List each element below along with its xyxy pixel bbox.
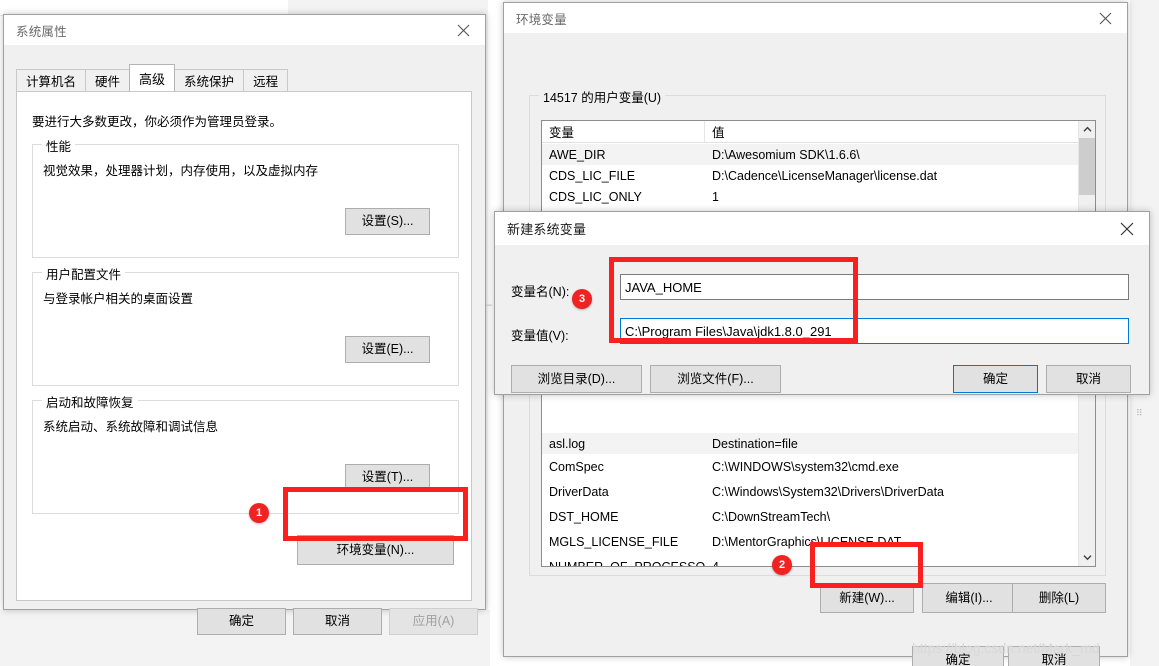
new-system-variable-dialog: 新建系统变量 变量名(N): JAVA_HOME 变量值(V): C:\Prog… [494,211,1150,418]
row-value: D:\Cadence\LicenseManager\license.dat [712,168,938,183]
admin-notice: 要进行大多数更改，你必须作为管理员登录。 [32,115,283,129]
table-row[interactable]: NUMBER_OF_PROCESSORS 4 [542,554,1078,567]
performance-group-legend: 性能 [42,136,76,155]
row-value: C:\WINDOWS\system32\cmd.exe [712,459,899,474]
resize-grip-icon[interactable]: ⠿ [1136,409,1144,418]
table-row[interactable]: asl.log Destination=file [542,433,1078,454]
close-icon[interactable] [441,15,485,45]
new-system-variable-titlebar: 新建系统变量 [495,212,1149,245]
row-variable: CDS_LIC_FILE [549,168,636,183]
system-properties-titlebar: 系统属性 [4,15,485,45]
tab-computer-name[interactable]: 计算机名 [16,69,87,91]
tab-remote[interactable]: 远程 [243,69,289,91]
system-properties-dialog: 系统属性 计算机名 硬件 高级 系统保护 远程 要进行大多数更改，你必须作为管理… [3,14,486,635]
edit-variable-button[interactable]: 编辑(I)... [922,583,1016,613]
delete-variable-button[interactable]: 删除(L) [1012,583,1106,613]
user-variables-header: 变量 值 [542,121,1095,143]
chevron-down-icon[interactable] [1079,549,1095,566]
page-watermark: https://blog.csdn.net/Mark_md [912,640,1100,656]
column-header-variable[interactable]: 变量 [542,121,705,143]
tab-advanced[interactable]: 高级 [129,64,176,91]
row-value: C:\Windows\System32\Drivers\DriverData [712,484,944,499]
row-value: 1 [712,189,719,204]
row-value: Destination=file [712,436,798,451]
environment-variables-button[interactable]: 环境变量(N)... [297,535,454,565]
user-profiles-group: 用户配置文件 与登录帐户相关的桌面设置 设置(E)... [32,264,459,386]
new-variable-button[interactable]: 新建(W)... [820,583,914,613]
browse-directory-button[interactable]: 浏览目录(D)... [511,365,642,393]
table-row[interactable]: CDS_LIC_FILE D:\Cadence\LicenseManager\l… [542,165,1078,186]
new-system-variable-ok-button[interactable]: 确定 [953,365,1038,393]
system-properties-cancel-button[interactable]: 取消 [293,608,382,635]
close-icon[interactable] [1083,3,1127,33]
screenshot-root: Lr 系统属性 计算机名 硬件 高级 系统保护 远程 要进行大多数更改，你必须作… [0,0,1159,666]
user-profiles-settings-button[interactable]: 设置(E)... [345,336,430,363]
user-variables-group-legend: 14517 的用户变量(U) [539,87,666,106]
table-row[interactable]: DriverData C:\Windows\System32\Drivers\D… [542,479,1078,504]
startup-recovery-group-legend: 启动和故障恢复 [42,392,138,411]
browse-file-button[interactable]: 浏览文件(F)... [650,365,781,393]
table-row[interactable]: MGLS_LICENSE_FILE D:\MentorGraphics\LICE… [542,529,1078,554]
row-variable: NUMBER_OF_PROCESSORS [542,560,705,567]
row-variable: AWE_DIR [549,147,606,162]
chevron-up-icon[interactable] [1079,121,1095,138]
advanced-tab-page: 要进行大多数更改，你必须作为管理员登录。 性能 视觉效果，处理器计划，内存使用，… [16,91,472,601]
row-variable: MGLS_LICENSE_FILE [549,534,679,549]
system-properties-apply-button: 应用(A) [389,608,478,635]
row-value: D:\Awesomium SDK\1.6.6\ [712,147,860,162]
startup-recovery-group: 启动和故障恢复 系统启动、系统故障和调试信息 设置(T)... [32,392,459,514]
tab-hardware[interactable]: 硬件 [85,69,131,91]
new-system-variable-title: 新建系统变量 [507,222,587,237]
startup-recovery-settings-button[interactable]: 设置(T)... [345,464,430,491]
performance-group: 性能 视觉效果，处理器计划，内存使用，以及虚拟内存 设置(S)... [32,136,459,258]
row-value: D:\MentorGraphics\LICENSE.DAT [712,534,902,549]
user-profiles-group-legend: 用户配置文件 [42,264,126,283]
environment-variables-title: 环境变量 [516,12,567,27]
new-system-variable-cancel-button[interactable]: 取消 [1046,365,1131,393]
variable-value-label: 变量值(V): [511,329,569,343]
startup-recovery-description: 系统启动、系统故障和调试信息 [43,420,219,434]
table-row[interactable]: CDS_LIC_ONLY 1 [542,186,1078,207]
system-properties-title: 系统属性 [16,24,67,39]
row-variable: CDS_LIC_ONLY [549,189,642,204]
annotation-badge-2: 2 [772,555,792,575]
system-properties-tabstrip: 计算机名 硬件 高级 系统保护 远程 [16,64,289,91]
scrollbar-thumb[interactable] [1079,138,1095,195]
performance-settings-button[interactable]: 设置(S)... [345,208,430,235]
variable-name-input[interactable]: JAVA_HOME [620,274,1129,300]
variable-name-label: 变量名(N): [511,285,570,299]
row-value: C:\DownStreamTech\ [712,509,831,524]
row-variable: DriverData [549,484,609,499]
row-value: 4 [705,560,1065,567]
annotation-badge-1: 1 [249,503,269,523]
variable-value-input[interactable]: C:\Program Files\Java\jdk1.8.0_291 [620,318,1129,344]
column-header-value[interactable]: 值 [705,121,1060,143]
annotation-badge-3: 3 [572,289,592,309]
tab-system-protection[interactable]: 系统保护 [174,69,245,91]
system-properties-ok-button[interactable]: 确定 [197,608,286,635]
row-variable: DST_HOME [549,509,619,524]
performance-description: 视觉效果，处理器计划，内存使用，以及虚拟内存 [43,164,319,178]
close-icon[interactable] [1105,212,1149,245]
table-row[interactable]: AWE_DIR D:\Awesomium SDK\1.6.6\ [542,144,1078,165]
table-row[interactable]: DST_HOME C:\DownStreamTech\ [542,504,1078,529]
environment-variables-titlebar: 环境变量 [504,3,1127,33]
row-variable: asl.log [549,436,586,451]
table-row[interactable]: ComSpec C:\WINDOWS\system32\cmd.exe [542,454,1078,479]
user-profiles-description: 与登录帐户相关的桌面设置 [43,292,194,306]
row-variable: ComSpec [549,459,604,474]
